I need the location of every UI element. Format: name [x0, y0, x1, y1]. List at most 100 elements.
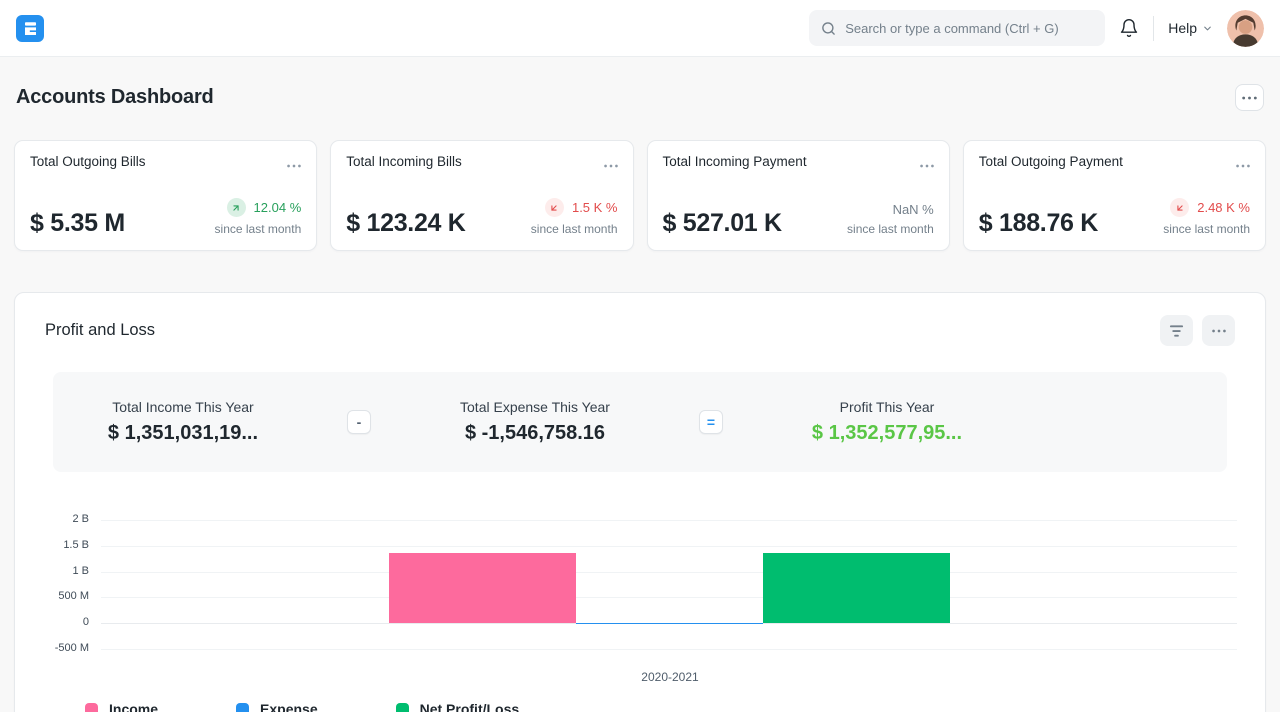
page-menu-button[interactable] — [1235, 84, 1264, 111]
page-header: Accounts Dashboard — [16, 84, 1264, 111]
card-change-value: 12.04 % — [254, 200, 302, 215]
profit-loss-chart: 2 B 1.5 B 1 B 500 M 0 -500 M 2020-2021 Income… — [31, 510, 1249, 712]
card-title: Total Incoming Bills — [346, 154, 462, 169]
summary-total-expense: Total Expense This Year $ -1,546,758.16 — [405, 399, 665, 445]
number-card-total-incoming-payment: Total Incoming Payment $ 527.01 K NaN % … — [647, 140, 950, 251]
legend-label: Income — [109, 701, 158, 712]
card-caption: since last month — [1163, 222, 1250, 236]
gridline — [101, 546, 1237, 547]
user-avatar[interactable] — [1227, 10, 1264, 47]
card-value: $ 188.76 K — [979, 211, 1098, 236]
chart-legend: Income Expense Net Profit/Loss — [85, 701, 1249, 712]
card-value: $ 5.35 M — [30, 211, 125, 236]
number-card-total-outgoing-bills: Total Outgoing Bills $ 5.35 M 12.04 % si… — [14, 140, 317, 251]
card-caption: since last month — [531, 222, 618, 236]
chart-summary-strip: Total Income This Year $ 1,351,031,19...… — [53, 372, 1227, 472]
card-title: Total Incoming Payment — [663, 154, 807, 169]
pnl-plot: 2 B 1.5 B 1 B 500 M 0 -500 M — [31, 510, 1249, 662]
gridline — [101, 520, 1237, 521]
y-tick-label: 0 — [31, 616, 89, 628]
erpnext-logo-icon — [23, 21, 38, 36]
gridline — [101, 572, 1237, 573]
filter-icon — [1169, 325, 1184, 337]
search-input[interactable]: Search or type a command (Ctrl + G) — [809, 10, 1105, 46]
summary-total-income: Total Income This Year $ 1,351,031,19... — [53, 399, 313, 445]
chart-bar-net-profit-loss[interactable] — [763, 553, 950, 623]
card-menu-button[interactable] — [1236, 154, 1250, 173]
search-placeholder: Search or type a command (Ctrl + G) — [845, 21, 1059, 36]
summary-value: $ 1,352,577,95... — [757, 422, 1017, 445]
summary-profit: Profit This Year $ 1,352,577,95... — [757, 399, 1017, 445]
chart-bar-income[interactable] — [389, 553, 576, 623]
chart-menu-button[interactable] — [1202, 315, 1235, 346]
bell-icon — [1119, 18, 1139, 38]
card-value: $ 527.01 K — [663, 211, 782, 236]
help-label: Help — [1168, 20, 1197, 36]
ellipsis-icon — [604, 164, 618, 168]
card-value: $ 123.24 K — [346, 211, 465, 236]
card-change: NaN % — [893, 202, 934, 217]
gridline — [101, 649, 1237, 650]
chevron-down-icon — [1202, 23, 1213, 34]
card-caption: since last month — [215, 222, 302, 236]
card-caption: since last month — [847, 222, 934, 236]
summary-label: Total Expense This Year — [405, 399, 665, 415]
card-change-value: 1.5 K % — [572, 200, 618, 215]
summary-value: $ 1,351,031,19... — [53, 422, 313, 445]
legend-item-expense[interactable]: Expense — [236, 701, 318, 712]
navbar: Search or type a command (Ctrl + G) Help — [0, 0, 1280, 57]
card-change-value: NaN % — [893, 202, 934, 217]
card-title: Total Outgoing Bills — [30, 154, 146, 169]
number-card-total-outgoing-payment: Total Outgoing Payment $ 188.76 K 2.48 K… — [963, 140, 1266, 251]
legend-item-income[interactable]: Income — [85, 701, 158, 712]
page-content: Accounts Dashboard Total Outgoing Bills … — [0, 84, 1280, 712]
arrow-down-left-icon — [1170, 198, 1189, 217]
minus-operator-badge: - — [347, 410, 371, 434]
card-title: Total Outgoing Payment — [979, 154, 1123, 169]
card-menu-button[interactable] — [604, 154, 618, 173]
chart-filter-button[interactable] — [1160, 315, 1193, 346]
search-icon — [821, 21, 836, 36]
help-menu[interactable]: Help — [1168, 20, 1213, 36]
ellipsis-icon — [920, 164, 934, 168]
card-change: 12.04 % — [227, 198, 302, 217]
number-card-total-incoming-bills: Total Incoming Bills $ 123.24 K 1.5 K % … — [330, 140, 633, 251]
equals-operator-badge: = — [699, 410, 723, 434]
y-tick-label: -500 M — [31, 642, 89, 654]
summary-value: $ -1,546,758.16 — [405, 422, 665, 445]
navbar-divider — [1153, 16, 1154, 41]
card-change: 1.5 K % — [545, 198, 618, 217]
profit-loss-header: Profit and Loss — [31, 309, 1249, 346]
number-cards-row: Total Outgoing Bills $ 5.35 M 12.04 % si… — [14, 140, 1266, 251]
notifications-button[interactable] — [1119, 18, 1139, 38]
y-tick-label: 1 B — [31, 565, 89, 577]
y-tick-label: 500 M — [31, 590, 89, 602]
x-axis-label: 2020-2021 — [31, 670, 1249, 684]
y-tick-label: 1.5 B — [31, 539, 89, 551]
legend-swatch — [85, 703, 98, 712]
ellipsis-icon — [287, 164, 301, 168]
ellipsis-icon — [1242, 96, 1257, 100]
legend-swatch — [396, 703, 409, 712]
avatar-image — [1227, 10, 1264, 47]
card-menu-button[interactable] — [920, 154, 934, 173]
summary-label: Total Income This Year — [53, 399, 313, 415]
gridline — [101, 597, 1237, 598]
chart-title: Profit and Loss — [45, 321, 155, 340]
arrow-up-right-icon — [227, 198, 246, 217]
summary-label: Profit This Year — [757, 399, 1017, 415]
y-tick-label: 2 B — [31, 513, 89, 525]
ellipsis-icon — [1236, 164, 1250, 168]
gridline — [101, 623, 1237, 624]
legend-swatch — [236, 703, 249, 712]
profit-loss-card: Profit and Loss Total Income This Year $… — [14, 292, 1266, 712]
card-change: 2.48 K % — [1170, 198, 1250, 217]
card-change-value: 2.48 K % — [1197, 200, 1250, 215]
legend-item-net-profit-loss[interactable]: Net Profit/Loss — [396, 701, 520, 712]
card-menu-button[interactable] — [287, 154, 301, 173]
legend-label: Net Profit/Loss — [420, 701, 520, 712]
app-logo[interactable] — [16, 15, 44, 42]
arrow-down-left-icon — [545, 198, 564, 217]
ellipsis-icon — [1212, 329, 1226, 333]
page-title: Accounts Dashboard — [16, 86, 214, 109]
